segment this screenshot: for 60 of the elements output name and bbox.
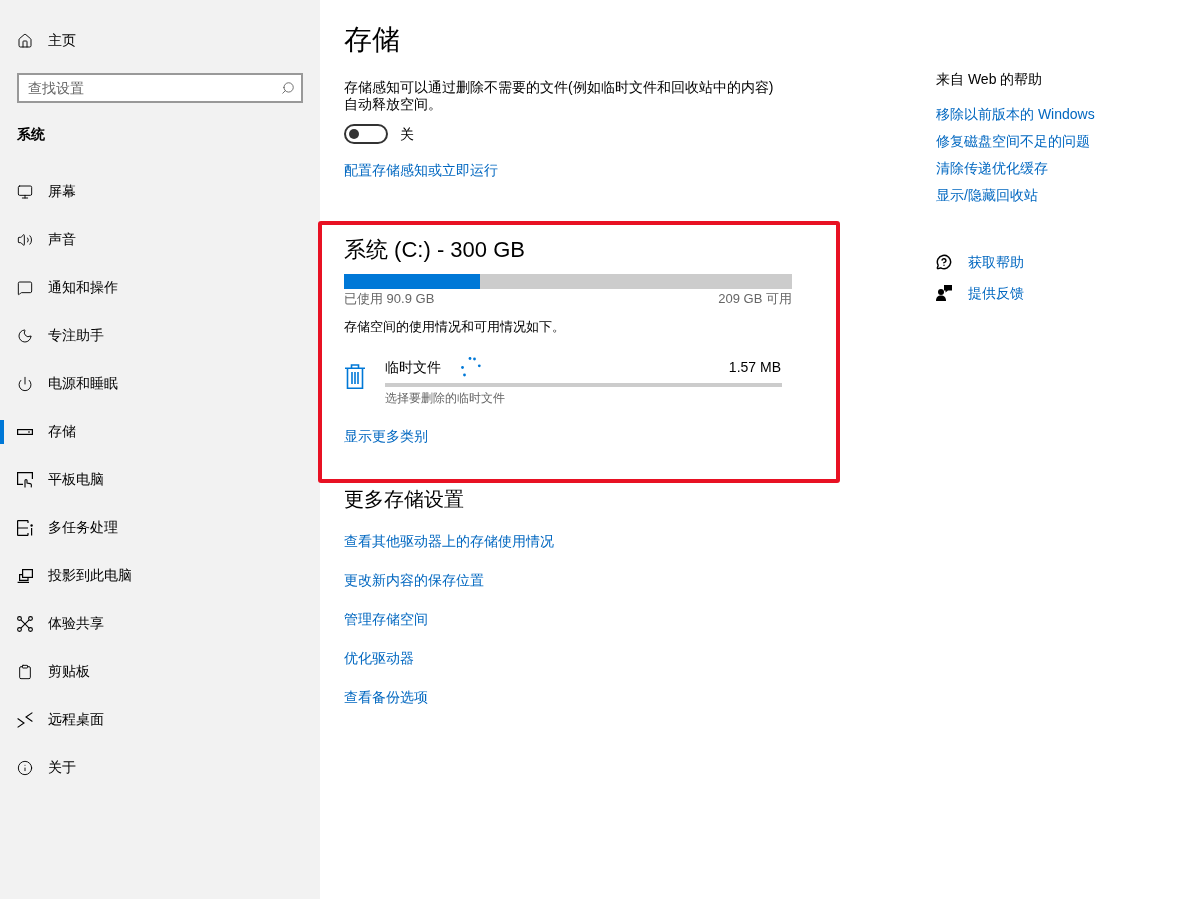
sidebar-item[interactable]: 专注助手: [0, 312, 320, 360]
speaker-icon: [17, 232, 33, 248]
sidebar-item[interactable]: 剪贴板: [0, 648, 320, 696]
section-heading: 更多存储设置: [344, 487, 464, 512]
sidebar-item[interactable]: 体验共享: [0, 600, 320, 648]
help-link[interactable]: 修复磁盘空间不足的问题: [936, 131, 1090, 151]
sidebar-item[interactable]: 通知和操作: [0, 264, 320, 312]
sidebar-item[interactable]: 屏幕: [0, 168, 320, 216]
free-space-label: 209 GB 可用: [718, 290, 792, 308]
sidebar-item[interactable]: 远程桌面: [0, 696, 320, 744]
chevrons-icon: [17, 712, 33, 728]
search-icon: [281, 81, 295, 95]
settings-link[interactable]: 管理存储空间: [344, 609, 428, 629]
storage-sense-description: 存储感知可以通过删除不需要的文件(例如临时文件和回收站中的内容)自动释放空间。: [344, 79, 775, 113]
sidebar-item[interactable]: 平板电脑: [0, 456, 320, 504]
person-speech-icon: [936, 285, 952, 301]
settings-link[interactable]: 优化驱动器: [344, 648, 414, 668]
screens-icon: [17, 569, 33, 583]
section-title: 系统: [16, 125, 45, 144]
settings-link[interactable]: 查看备份选项: [344, 687, 428, 707]
page-title: 存储: [344, 23, 400, 57]
sidebar-item[interactable]: 多任务处理: [0, 504, 320, 552]
help-title: 来自 Web 的帮助: [936, 70, 1043, 89]
toggle-state-label: 关: [400, 125, 414, 144]
settings-link[interactable]: 查看其他驱动器上的存储使用情况: [344, 531, 554, 551]
sidebar-item[interactable]: 存储: [0, 408, 320, 456]
help-link[interactable]: 清除传递优化缓存: [936, 158, 1048, 178]
drive-icon: [17, 429, 33, 435]
sidebar-item[interactable]: 电源和睡眠: [0, 360, 320, 408]
search-field[interactable]: 查找设置: [17, 73, 303, 103]
storage-sense-toggle[interactable]: [344, 124, 388, 144]
sidebar-item[interactable]: 关于: [0, 744, 320, 792]
power-icon: [17, 376, 33, 392]
drive-title: 系统 (C:) - 300 GB: [344, 236, 525, 264]
category-name[interactable]: 临时文件: [385, 357, 441, 377]
moon-icon: [17, 328, 33, 344]
network-icon: [17, 616, 33, 632]
category-hint: 选择要删除的临时文件: [385, 390, 505, 406]
show-more-link[interactable]: 显示更多类别: [344, 426, 428, 446]
usage-summary: 存储空间的使用情况和可用情况如下。: [344, 318, 565, 336]
monitor-icon: [17, 184, 33, 200]
help-link[interactable]: 移除以前版本的 Windows: [936, 104, 1095, 124]
info-icon: [17, 760, 33, 776]
help-action-link[interactable]: 获取帮助: [936, 252, 1024, 272]
tablet-touch-icon: [17, 472, 33, 488]
help-action-link[interactable]: 提供反馈: [936, 283, 1024, 303]
help-link[interactable]: 显示/隐藏回收站: [936, 185, 1038, 205]
sidebar-item[interactable]: 声音: [0, 216, 320, 264]
question-bubble-icon: [936, 254, 952, 270]
home-link[interactable]: 主页: [0, 21, 86, 61]
trash-icon: [345, 364, 365, 389]
window-split-icon: [17, 520, 33, 536]
speech-bubble-icon: [17, 280, 33, 296]
settings-link[interactable]: 更改新内容的保存位置: [344, 570, 484, 590]
home-icon: [17, 33, 33, 49]
used-space-label: 已使用 90.9 GB: [344, 290, 435, 308]
sidebar-item[interactable]: 投影到此电脑: [0, 552, 320, 600]
category-size: 1.57 MB: [728, 358, 782, 377]
configure-link[interactable]: 配置存储感知或立即运行: [344, 160, 498, 180]
clipboard-icon: [17, 664, 33, 680]
